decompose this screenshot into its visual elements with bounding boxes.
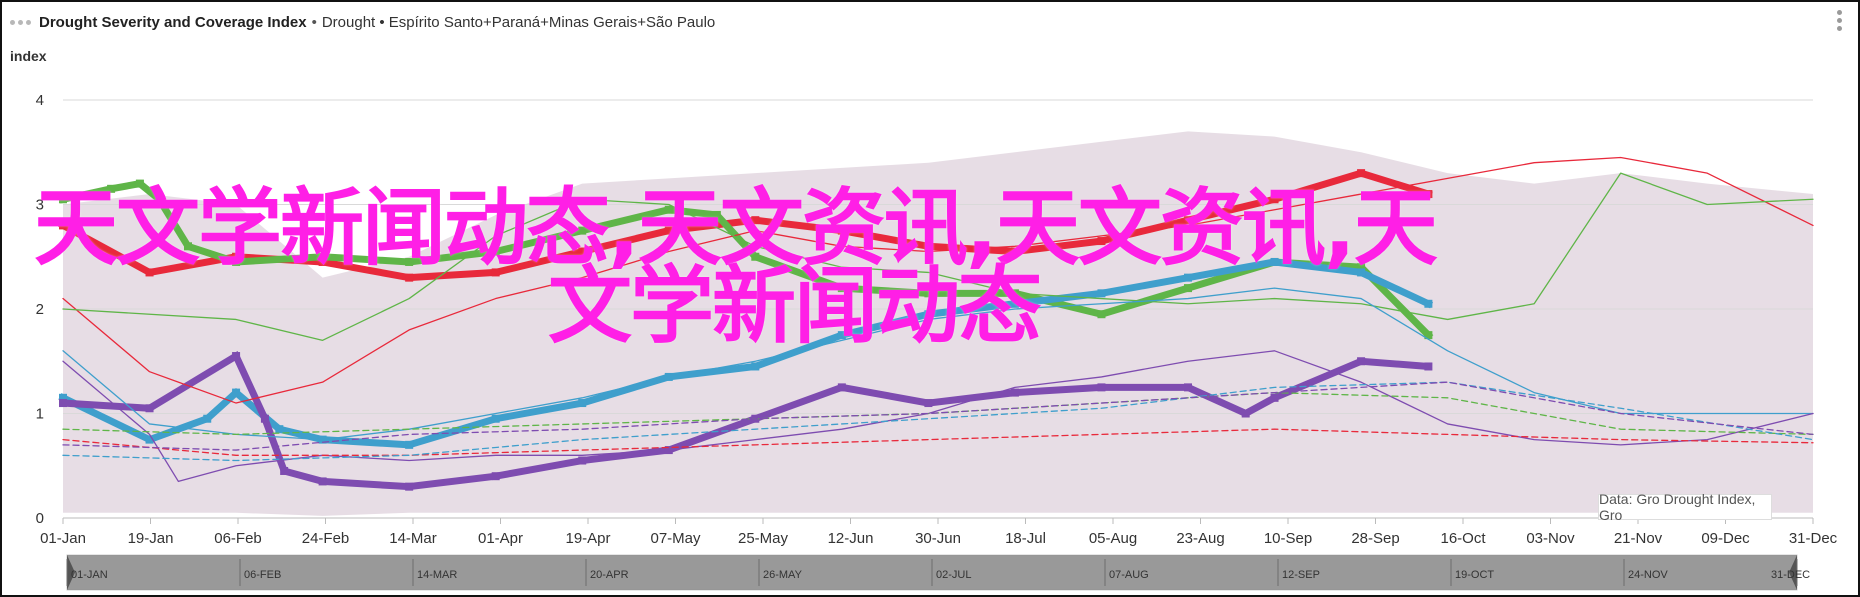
series-point-purple (1097, 383, 1106, 392)
navigator-label: 31-DEC (1771, 569, 1810, 581)
y-tick-label: 4 (36, 92, 44, 109)
navigator-label: 24-NOV (1628, 569, 1668, 581)
series-point-blue (203, 414, 212, 423)
x-tick-label: 16-Oct (1440, 530, 1486, 547)
navigator-label: 19-OCT (1455, 569, 1494, 581)
x-tick-label: 24-Feb (302, 530, 350, 547)
x-tick-label: 30-Jun (915, 530, 961, 547)
navigator-label: 01-JAN (71, 569, 108, 581)
series-point-purple (1010, 388, 1019, 397)
x-tick-label: 31-Dec (1789, 530, 1838, 547)
x-tick-label: 07-May (650, 530, 701, 547)
series-point-blue (1424, 299, 1433, 308)
x-tick-label: 12-Jun (828, 530, 874, 547)
series-point-purple (280, 466, 289, 475)
x-tick-label: 05-Aug (1089, 530, 1137, 547)
series-point-blue (751, 362, 760, 371)
series-point-purple (1241, 409, 1250, 418)
x-tick-label: 21-Nov (1614, 530, 1663, 547)
series-point-blue (275, 425, 284, 434)
series-point-purple (1270, 393, 1279, 402)
series-point-blue (1097, 289, 1106, 298)
navigator-label: 26-MAY (763, 569, 803, 581)
series-point-purple (578, 456, 587, 465)
series-point-purple (1184, 383, 1192, 392)
watermark-overlay-line2: 文学新闻动态 (548, 257, 1042, 355)
series-point-purple (232, 352, 241, 361)
series-point-purple (59, 399, 67, 408)
navigator-label: 02-JUL (936, 569, 971, 581)
navigator-label: 12-SEP (1282, 569, 1320, 581)
y-tick-label: 0 (36, 510, 44, 527)
series-point-purple (491, 472, 500, 481)
x-tick-label: 03-Nov (1526, 530, 1575, 547)
series-point-blue (405, 440, 414, 449)
x-tick-label: 23-Aug (1176, 530, 1224, 547)
y-tick-label: 1 (36, 406, 44, 423)
series-point-purple (924, 399, 933, 408)
y-tick-label: 2 (36, 301, 44, 318)
x-tick-label: 19-Jan (128, 530, 174, 547)
x-tick-label: 19-Apr (565, 530, 610, 547)
x-tick-label: 14-Mar (389, 530, 437, 547)
series-point-blue (578, 399, 587, 408)
x-tick-label: 06-Feb (214, 530, 262, 547)
series-point-red (1357, 169, 1366, 178)
x-tick-label: 18-Jul (1005, 530, 1046, 547)
x-tick-label: 25-May (738, 530, 789, 547)
navigator-label: 14-MAR (417, 569, 457, 581)
series-point-purple (318, 477, 327, 486)
navigator-label: 06-FEB (244, 569, 281, 581)
data-credit: Data: Gro Drought Index, Gro (1598, 491, 1772, 523)
x-tick-label: 28-Sep (1351, 530, 1399, 547)
series-point-green (1097, 310, 1106, 319)
navigator-label: 20-APR (590, 569, 629, 581)
x-tick-label: 01-Apr (478, 530, 523, 547)
series-point-purple (1357, 357, 1366, 366)
x-tick-label: 01-Jan (40, 530, 86, 547)
series-point-purple (1424, 362, 1433, 371)
series-point-purple (837, 383, 846, 392)
series-point-purple (145, 404, 154, 413)
x-tick-label: 10-Sep (1264, 530, 1312, 547)
series-point-blue (232, 388, 241, 397)
x-tick-label: 09-Dec (1701, 530, 1750, 547)
series-point-purple (405, 482, 414, 491)
series-point-purple (260, 414, 269, 423)
series-point-green (1184, 284, 1192, 293)
series-point-blue (491, 414, 500, 423)
navigator-label: 07-AUG (1109, 569, 1149, 581)
